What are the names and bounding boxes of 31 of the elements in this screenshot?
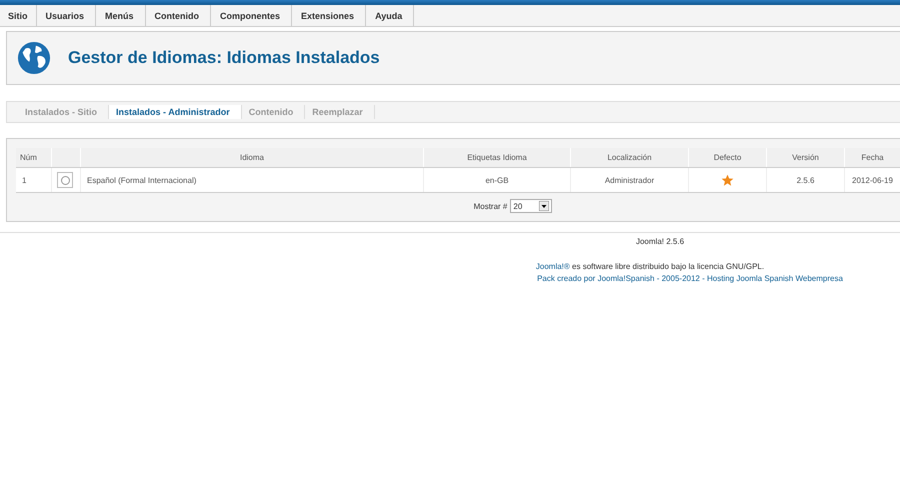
table-cell: 2.5.6 [766, 168, 844, 192]
menu-item[interactable]: Componentes [211, 5, 292, 26]
page-size-select[interactable]: 20 [510, 199, 552, 213]
menu-item[interactable]: Sitio [0, 5, 36, 26]
credits-link[interactable]: Pack creado por Joomla!Spanish - 2005-2012 - Hosting Joomla Spanish Webempresa [520, 274, 900, 283]
table-cell: 1 [16, 168, 52, 192]
menu-item[interactable]: Ayuda [366, 5, 414, 26]
version-text: Joomla! 2.5.6 [634, 237, 686, 246]
column-header: Versión [766, 148, 844, 168]
globe-icon [17, 41, 51, 75]
column-header: Etiquetas Idioma [424, 148, 570, 168]
pager-label: Mostrar # [474, 202, 508, 210]
menu-item[interactable]: Usuarios [36, 5, 96, 26]
menu-item[interactable]: Extensiones [292, 5, 366, 26]
license-text: Joomla!® es software libre distribuido bajo la licencia GNU/GPL. [534, 262, 766, 271]
menu-item[interactable]: Menús [96, 5, 146, 26]
column-header: Núm [16, 148, 52, 168]
column-header: Fecha [844, 148, 900, 168]
joomla-link[interactable]: Joomla!® [536, 262, 570, 271]
submenu-tab[interactable]: Instalados - Administrador [109, 105, 242, 119]
column-header: Localización [570, 148, 688, 168]
page-title: Gestor de Idiomas: Idiomas Instalados [68, 48, 380, 68]
table-cell: Administrador [570, 168, 688, 192]
column-header: Idioma [80, 148, 424, 168]
menu-item[interactable]: Contenido [146, 5, 212, 26]
radio-button[interactable] [60, 176, 70, 184]
table-cell: en-GB [424, 168, 570, 192]
table-cell: Español (Formal Internacional) [80, 168, 424, 192]
table-cell: 2012-06-19 [844, 168, 900, 192]
column-header: Defecto [688, 148, 766, 168]
dropdown-arrow-icon [539, 201, 550, 211]
